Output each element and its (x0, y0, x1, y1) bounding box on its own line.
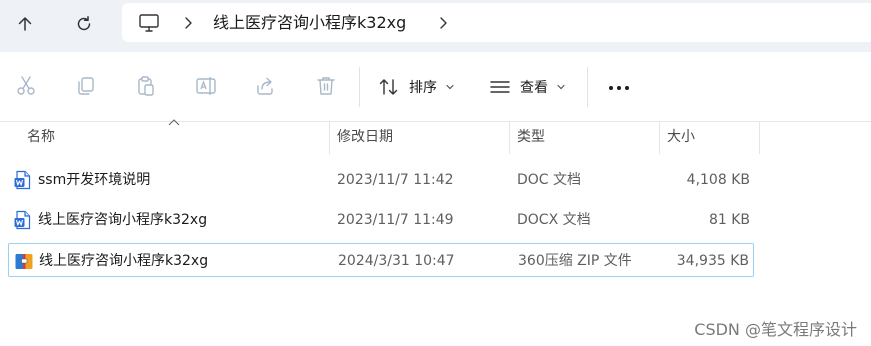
file-name: ssm开发环境说明 (38, 172, 151, 188)
delete-icon (317, 77, 335, 95)
command-bar: 排序 查看 (0, 52, 871, 122)
file-modified: 2023/11/7 11:42 (337, 172, 454, 188)
watermark: CSDN @笔文程序设计 (694, 320, 857, 339)
chevron-down-icon (446, 84, 454, 90)
file-modified: 2024/3/31 10:47 (338, 253, 455, 269)
column-header-row: 名称 修改日期 类型 大小 (0, 122, 871, 154)
word-doc-icon (14, 170, 31, 190)
column-divider[interactable] (509, 122, 510, 154)
more-icon[interactable] (607, 85, 631, 91)
copy-icon (78, 77, 94, 95)
toolbar-divider (587, 67, 588, 107)
file-type: 360压缩 ZIP 文件 (518, 253, 632, 269)
delete-button[interactable] (314, 74, 338, 98)
copy-button[interactable] (74, 74, 98, 98)
word-doc-icon (14, 210, 31, 230)
sort-icon (379, 79, 398, 95)
rename-icon (196, 77, 216, 95)
column-header-modified[interactable]: 修改日期 (337, 122, 393, 154)
file-modified: 2023/11/7 11:49 (337, 212, 454, 228)
file-type: DOC 文档 (517, 172, 582, 188)
chevron-right-icon[interactable] (182, 16, 194, 30)
paste-icon (138, 76, 154, 96)
view-button[interactable]: 查看 (489, 72, 566, 102)
sort-label: 排序 (409, 80, 437, 96)
column-header-type[interactable]: 类型 (517, 122, 545, 154)
file-name: 线上医疗咨询小程序k32xg (38, 212, 208, 228)
monitor-icon[interactable] (138, 12, 160, 34)
share-icon (257, 77, 273, 95)
address-box[interactable]: 线上医疗咨询小程序k32xg (122, 3, 871, 42)
arrow-up-icon (18, 17, 32, 31)
cut-button[interactable] (14, 74, 38, 98)
chevron-down-icon (557, 84, 565, 90)
column-divider[interactable] (329, 122, 330, 154)
file-name: 线上医疗咨询小程序k32xg (39, 253, 209, 269)
refresh-icon (77, 16, 91, 31)
column-header-size[interactable]: 大小 (667, 122, 695, 154)
file-type: DOCX 文档 (517, 212, 591, 228)
file-row[interactable]: 线上医疗咨询小程序k32xg 2023/11/7 11:49 DOCX 文档 8… (8, 203, 754, 237)
up-button[interactable] (8, 7, 42, 41)
column-divider[interactable] (759, 122, 760, 154)
column-header-name[interactable]: 名称 (27, 122, 55, 154)
column-divider[interactable] (659, 122, 660, 154)
file-size: 34,935 KB (676, 253, 749, 269)
file-size: 81 KB (708, 212, 750, 228)
file-size: 4,108 KB (686, 172, 750, 188)
zip-archive-icon (15, 254, 33, 269)
share-button[interactable] (254, 74, 278, 98)
breadcrumb-current-folder[interactable]: 线上医疗咨询小程序k32xg (213, 12, 406, 34)
paste-button[interactable] (134, 74, 158, 98)
file-row-selected[interactable]: 线上医疗咨询小程序k32xg 2024/3/31 10:47 360压缩 ZIP… (8, 243, 754, 277)
rename-button[interactable] (194, 74, 218, 98)
address-bar-row: 线上医疗咨询小程序k32xg (0, 0, 871, 52)
file-row[interactable]: ssm开发环境说明 2023/11/7 11:42 DOC 文档 4,108 K… (8, 163, 754, 197)
chevron-right-icon[interactable] (437, 16, 449, 30)
refresh-button[interactable] (67, 7, 101, 41)
view-label: 查看 (520, 80, 548, 96)
toolbar-divider (359, 67, 360, 107)
cut-icon (17, 76, 35, 95)
file-explorer-window: 线上医疗咨询小程序k32xg 排序 查看 名称 修改日期 类型 大小 ssm开发… (0, 0, 871, 346)
sort-button[interactable]: 排序 (378, 72, 455, 102)
view-lines-icon (490, 81, 510, 93)
